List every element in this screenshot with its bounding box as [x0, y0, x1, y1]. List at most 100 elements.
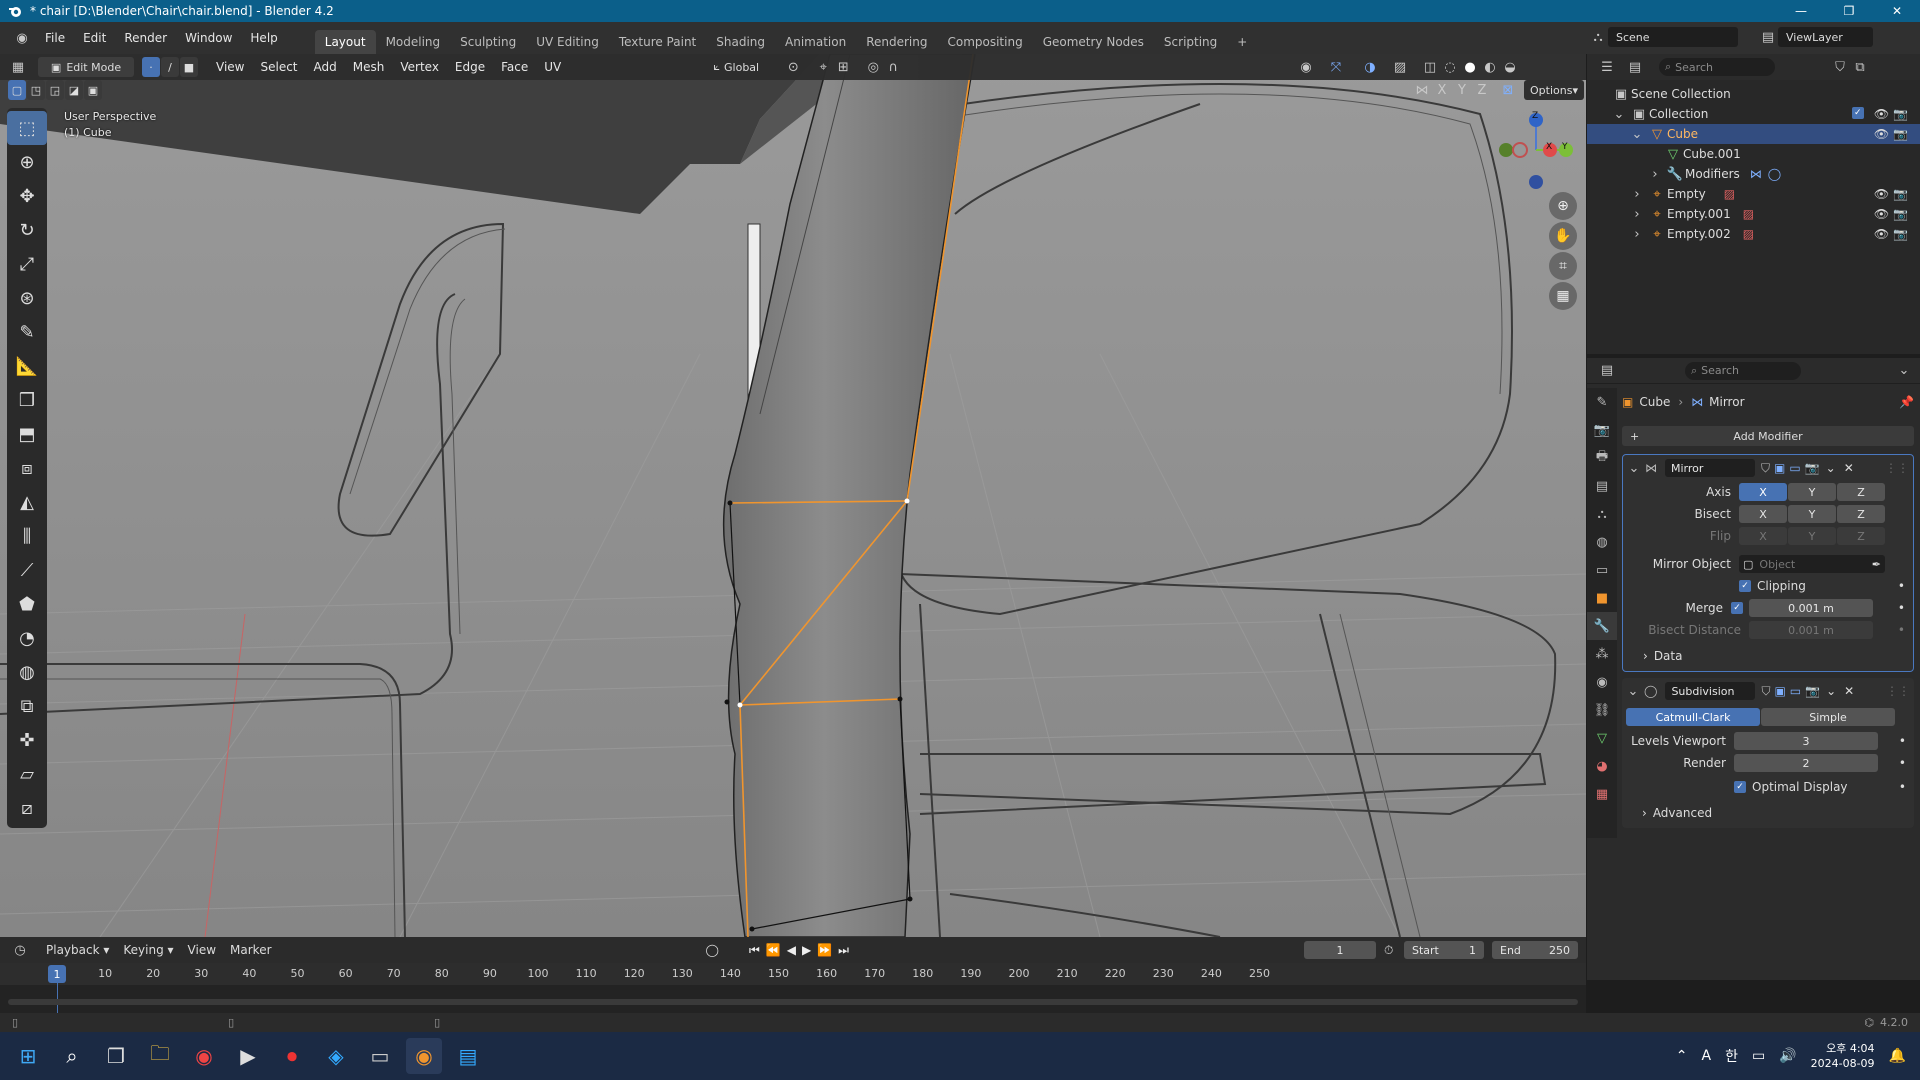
- merge-distance-field[interactable]: 0.001 m: [1749, 599, 1873, 617]
- mesh-symmetry-icon[interactable]: ⋈: [1412, 80, 1432, 100]
- bevel-tool-icon[interactable]: ◭: [7, 485, 47, 519]
- keyframe-dot-icon[interactable]: •: [1899, 780, 1906, 794]
- menu-marker[interactable]: Marker: [230, 943, 271, 957]
- merge-checkbox[interactable]: ✓: [1731, 602, 1743, 614]
- tab-modeling[interactable]: Modeling: [376, 30, 451, 54]
- navigation-gizmo[interactable]: Z X Y: [1490, 108, 1580, 198]
- end-frame-field[interactable]: End 250: [1492, 941, 1578, 959]
- edit-mode-toggle-icon[interactable]: ⛉: [1761, 684, 1770, 699]
- scene-icon[interactable]: ⛬: [1588, 27, 1608, 47]
- render-toggle-icon[interactable]: 📷: [1805, 461, 1820, 475]
- view-layer-selector[interactable]: ViewLayer: [1778, 27, 1873, 47]
- tab-scripting[interactable]: Scripting: [1154, 30, 1227, 54]
- mode-selector[interactable]: ▣ Edit Mode: [38, 57, 134, 77]
- physics-tab-icon[interactable]: ◉: [1587, 668, 1617, 696]
- select-intersect-icon[interactable]: ▣: [84, 80, 102, 100]
- mirror-axis-x[interactable]: X: [1432, 80, 1452, 100]
- drag-handle-icon[interactable]: ⋮⋮: [1886, 684, 1910, 698]
- clock[interactable]: 오후 4:04 2024-08-09: [1811, 1041, 1875, 1071]
- camera-render-icon[interactable]: 📷: [1893, 127, 1908, 141]
- blender-taskbar-icon[interactable]: ◉: [406, 1038, 442, 1074]
- rotate-tool-icon[interactable]: ↻: [7, 213, 47, 247]
- task-view-icon[interactable]: ❐: [98, 1038, 134, 1074]
- scene-selector[interactable]: Scene: [1608, 27, 1738, 47]
- eye-icon[interactable]: 👁: [1874, 107, 1889, 121]
- volume-icon[interactable]: 🔊: [1779, 1048, 1796, 1064]
- knife-tool-icon[interactable]: ⟋: [7, 553, 47, 587]
- notepad-icon[interactable]: ▤: [450, 1038, 486, 1074]
- menu-keying[interactable]: Keying ▾: [123, 943, 173, 957]
- keyframe-dot-icon[interactable]: •: [1898, 623, 1905, 637]
- timeline-scrollbar[interactable]: [8, 999, 1578, 1005]
- render-levels-field[interactable]: 2: [1734, 754, 1878, 772]
- pin-icon[interactable]: 📌: [1899, 395, 1914, 409]
- material-tab-icon[interactable]: ◕: [1587, 752, 1617, 780]
- expand-arrow-icon[interactable]: ›: [1645, 164, 1665, 184]
- bisect-x-toggle[interactable]: X: [1739, 505, 1787, 523]
- menu-uv[interactable]: UV: [536, 60, 569, 74]
- outliner-item-collection[interactable]: ⌄ ▣ Collection ✓ 👁 📷: [1587, 104, 1920, 124]
- data-tab-icon[interactable]: ▽: [1587, 724, 1617, 752]
- terminal-icon[interactable]: ▭: [362, 1038, 398, 1074]
- camera-render-icon[interactable]: 📷: [1893, 227, 1908, 241]
- eye-icon[interactable]: 👁: [1874, 187, 1889, 201]
- expand-arrow-icon[interactable]: ›: [1627, 224, 1647, 244]
- network-tray-icon[interactable]: ▭: [1752, 1048, 1765, 1064]
- options-button[interactable]: Options ▾: [1524, 80, 1584, 100]
- outliner-item-empty001[interactable]: › ⌖ Empty.001 ▨ 👁 📷: [1587, 204, 1920, 224]
- extrude-tool-icon[interactable]: ⬒: [7, 417, 47, 451]
- file-explorer-icon[interactable]: 🗀: [142, 1038, 178, 1074]
- chrome-icon[interactable]: ◉: [186, 1038, 222, 1074]
- snap-target-icon[interactable]: ⊞: [833, 57, 853, 77]
- texture-tab-icon[interactable]: ▦: [1587, 780, 1617, 808]
- tab-rendering[interactable]: Rendering: [856, 30, 937, 54]
- optimal-display-checkbox[interactable]: ✓: [1734, 781, 1746, 793]
- notification-bell-icon[interactable]: 🔔: [1889, 1048, 1906, 1064]
- edit-mode-toggle-icon[interactable]: ⛉: [1761, 461, 1770, 476]
- auto-keying-icon[interactable]: ◯: [706, 943, 719, 957]
- measure-tool-icon[interactable]: 📐: [7, 349, 47, 383]
- playhead-frame[interactable]: 1: [48, 965, 66, 983]
- new-collection-icon[interactable]: ⧉: [1850, 57, 1870, 77]
- collapse-arrow-icon[interactable]: ⌄: [1627, 124, 1647, 144]
- current-frame-field[interactable]: 1: [1304, 941, 1376, 959]
- transform-orientation-selector[interactable]: ⟀ Global: [699, 57, 773, 77]
- menu-face[interactable]: Face: [493, 60, 536, 74]
- render-toggle-icon[interactable]: 📷: [1805, 684, 1820, 698]
- tab-geometry-nodes[interactable]: Geometry Nodes: [1033, 30, 1154, 54]
- menu-vertex[interactable]: Vertex: [392, 60, 447, 74]
- material-shading-icon[interactable]: ◐: [1480, 57, 1500, 77]
- mesh-edit-overlay-icon[interactable]: ▨: [1390, 57, 1410, 77]
- tab-layout[interactable]: Layout: [314, 30, 376, 54]
- camera-view-icon[interactable]: ⌗: [1549, 252, 1577, 280]
- tab-texture-paint[interactable]: Texture Paint: [609, 30, 706, 54]
- levels-viewport-field[interactable]: 3: [1734, 732, 1878, 750]
- tab-sculpting[interactable]: Sculpting: [450, 30, 526, 54]
- camera-render-icon[interactable]: 📷: [1893, 187, 1908, 201]
- windows-start-icon[interactable]: ⊞: [10, 1038, 46, 1074]
- scale-tool-icon[interactable]: ⤢: [7, 247, 47, 281]
- tab-animation[interactable]: Animation: [775, 30, 856, 54]
- outliner-item-empty[interactable]: › ⌖ Empty ▨ 👁 📷: [1587, 184, 1920, 204]
- tray-overflow-icon[interactable]: ⌃: [1676, 1048, 1688, 1064]
- collection-tab-icon[interactable]: ▭: [1587, 556, 1617, 584]
- eye-icon[interactable]: 👁: [1874, 127, 1889, 141]
- close-window-button[interactable]: ✕: [1874, 0, 1920, 22]
- snap-icon[interactable]: ⌖: [813, 57, 833, 77]
- select-invert-icon[interactable]: ◪: [65, 80, 83, 100]
- start-frame-field[interactable]: Start 1: [1404, 941, 1484, 959]
- bisect-y-toggle[interactable]: Y: [1788, 505, 1836, 523]
- subdivision-name-field[interactable]: Subdivision: [1665, 682, 1756, 700]
- expand-arrow-icon[interactable]: ›: [1627, 184, 1647, 204]
- mirror-object-field[interactable]: ▢ Object ✒: [1739, 555, 1885, 573]
- menu-render[interactable]: Render: [115, 31, 176, 45]
- remove-modifier-icon[interactable]: ✕: [1844, 684, 1854, 698]
- falloff-icon[interactable]: ∩: [883, 57, 903, 77]
- menu-edit[interactable]: Edit: [74, 31, 115, 45]
- search-icon[interactable]: ⌕: [54, 1038, 90, 1074]
- scene-tab-icon[interactable]: ⛬: [1587, 500, 1617, 528]
- catmull-clark-toggle[interactable]: Catmull-Clark: [1626, 708, 1760, 726]
- shear-tool-icon[interactable]: ▱: [7, 757, 47, 791]
- overlay-toggle-icon[interactable]: ◑: [1360, 57, 1380, 77]
- keyframe-dot-icon[interactable]: •: [1898, 579, 1905, 593]
